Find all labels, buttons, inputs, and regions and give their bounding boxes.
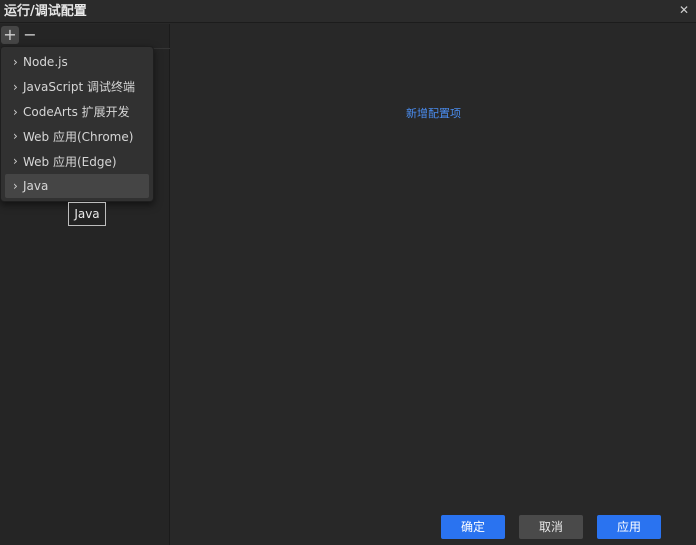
chevron-right-icon: › [13, 129, 18, 144]
menu-item-nodejs[interactable]: › Node.js [5, 50, 149, 74]
menu-item-javascript-debug-terminal[interactable]: › JavaScript 调试终端 [5, 75, 149, 99]
tooltip: Java [68, 202, 106, 226]
menu-item-label: CodeArts 扩展开发 [23, 105, 130, 120]
minus-icon[interactable]: − [21, 26, 39, 44]
menu-item-label: Web 应用(Edge) [23, 154, 117, 169]
new-config-link[interactable]: 新增配置项 [406, 105, 461, 121]
apply-button[interactable]: 应用 [597, 515, 661, 539]
chevron-right-icon: › [13, 104, 18, 119]
ok-button[interactable]: 确定 [441, 515, 505, 539]
config-detail-area: 新增配置项 [171, 24, 696, 545]
config-type-dropdown: › Node.js › JavaScript 调试终端 › CodeArts 扩… [0, 46, 154, 202]
menu-item-label: Node.js [23, 55, 68, 69]
menu-item-codearts-extension[interactable]: › CodeArts 扩展开发 [5, 100, 149, 124]
run-debug-config-dialog: 运行/调试配置 ✕ + − 新增配置项 › Node.js › JavaScri… [0, 0, 696, 545]
chevron-right-icon: › [13, 55, 18, 69]
chevron-right-icon: › [13, 79, 18, 94]
plus-icon[interactable]: + [1, 26, 19, 44]
menu-item-label: Web 应用(Chrome) [23, 129, 134, 144]
dialog-title: 运行/调试配置 [4, 4, 87, 19]
menu-item-label: Java [23, 178, 49, 193]
close-icon[interactable]: ✕ [676, 1, 692, 19]
title-bar: 运行/调试配置 ✕ [0, 0, 696, 23]
menu-item-java[interactable]: › Java [5, 173, 149, 198]
chevron-right-icon: › [13, 178, 18, 193]
menu-item-web-chrome[interactable]: › Web 应用(Chrome) [5, 124, 149, 148]
cancel-button[interactable]: 取消 [519, 515, 583, 539]
menu-item-web-edge[interactable]: › Web 应用(Edge) [5, 149, 149, 173]
chevron-right-icon: › [13, 154, 18, 169]
menu-item-label: JavaScript 调试终端 [23, 80, 135, 95]
